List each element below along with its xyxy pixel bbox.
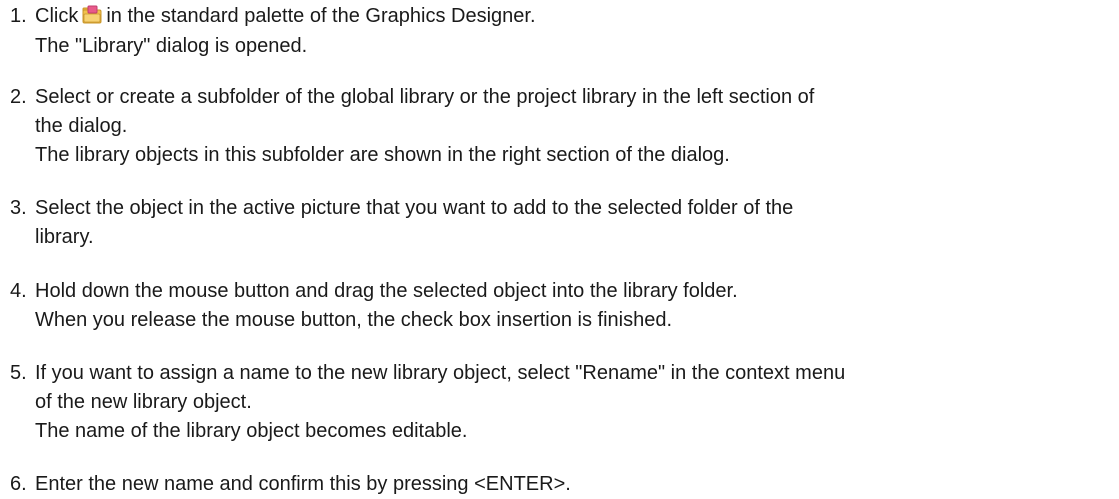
step-line: The "Library" dialog is opened. — [35, 35, 308, 57]
step-number: 3. — [10, 197, 27, 219]
step-number: 5. — [10, 362, 27, 384]
step-line: of the new library object. — [35, 391, 252, 413]
step-number: 6. — [10, 473, 27, 495]
step-line: Select the object in the active picture … — [35, 197, 794, 219]
step-line: the dialog. — [35, 115, 128, 137]
step-line: Enter the new name and confirm this by p… — [35, 473, 571, 495]
step-line: If you want to assign a name to the new … — [35, 362, 846, 384]
step-number: 2. — [10, 86, 27, 108]
step-line: library. — [35, 226, 94, 248]
step-line: The library objects in this subfolder ar… — [35, 144, 730, 166]
step-number: 4. — [10, 280, 27, 302]
step-line: The name of the library object becomes e… — [35, 420, 468, 442]
step-text: in the standard palette of the Graphics … — [106, 5, 536, 27]
library-icon — [81, 4, 103, 26]
step-number: 1. — [10, 5, 27, 27]
step-line: Select or create a subfolder of the glob… — [35, 86, 815, 108]
step-text: Click — [35, 5, 79, 27]
step-line: Click in the standard palette of the Gra… — [35, 4, 536, 28]
instruction-steps: 1. Click in the standard palette of the … — [0, 0, 1119, 499]
step-line: Hold down the mouse button and drag the … — [35, 280, 738, 302]
step-line: When you release the mouse button, the c… — [35, 309, 673, 331]
